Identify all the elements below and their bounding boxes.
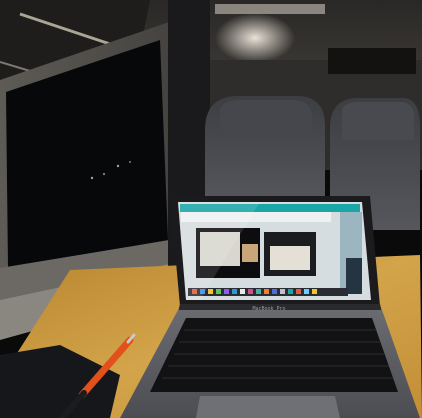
seat-left-headrest (220, 100, 312, 140)
seat-right-headrest (342, 102, 414, 140)
laptop-brand-label: MacBook Pro (252, 306, 286, 312)
ceiling-light-center (215, 13, 295, 63)
ceiling-light-strip (215, 4, 325, 14)
keyboard (150, 318, 398, 392)
video-call-tile-2 (242, 244, 258, 262)
trackpad (196, 396, 340, 418)
screen-sidebar-dark (346, 258, 362, 294)
video-call-tile-3 (270, 246, 310, 270)
led-destination-sign (331, 53, 413, 69)
